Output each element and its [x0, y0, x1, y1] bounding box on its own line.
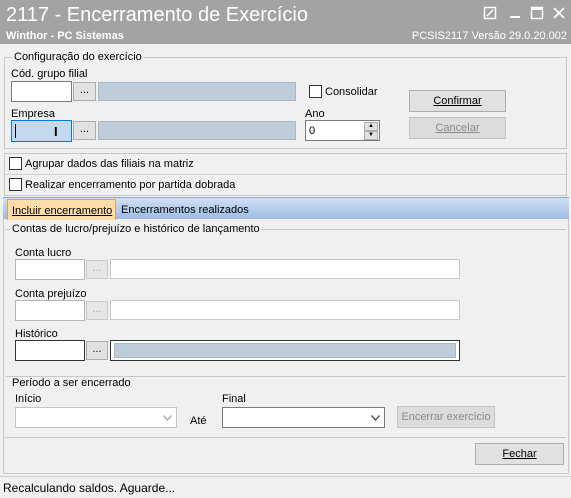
conta-lucro-description — [110, 259, 460, 279]
chevron-down-icon — [163, 413, 172, 423]
tab-incluir-encerramento[interactable]: Incluir encerramento — [7, 199, 116, 220]
tab-encerramentos-label: Encerramentos realizados — [121, 204, 249, 216]
agrupar-checkbox[interactable] — [9, 157, 22, 170]
empresa-input[interactable]: I — [11, 120, 72, 142]
historico-description-frame — [110, 340, 460, 361]
footer-divider — [5, 437, 566, 438]
restore-icon[interactable] — [483, 6, 499, 20]
periodo-legend: Período a ser encerrado — [10, 377, 133, 389]
final-label: Final — [222, 393, 246, 405]
partida-dobrada-checkbox[interactable] — [9, 178, 22, 191]
agrupar-label: Agrupar dados das filiais na matriz — [25, 158, 194, 170]
ano-label: Ano — [305, 108, 325, 120]
conta-lucro-lookup-button[interactable]: ... — [86, 260, 108, 279]
version-info: PCSIS2117 Versão 29.0.20.002 — [411, 30, 567, 42]
contas-legend: Contas de lucro/prejuízo e histórico de … — [10, 223, 262, 235]
inicio-label: Início — [15, 393, 42, 405]
ano-value: 0 — [309, 125, 316, 137]
cancelar-button[interactable]: Cancelar — [409, 117, 506, 139]
cancelar-label: Cancelar — [435, 122, 480, 134]
cod-grupo-filial-description — [98, 82, 296, 101]
status-bar: Recalculando saldos. Aguarde... — [0, 476, 571, 498]
status-text: Recalculando saldos. Aguarde... — [3, 481, 176, 495]
options-divider — [5, 174, 566, 175]
tab-encerramentos-realizados[interactable]: Encerramentos realizados — [121, 204, 249, 216]
confirmar-label: Confirmar — [433, 95, 482, 107]
maximize-icon[interactable] — [530, 6, 546, 20]
fechar-label: Fechar — [502, 448, 537, 460]
encerrar-label: Encerrar exercício — [401, 411, 491, 423]
cod-grupo-filial-input[interactable] — [11, 81, 72, 102]
partida-dobrada-label: Realizar encerramento por partida dobrad… — [25, 179, 236, 191]
historico-lookup-button[interactable]: ... — [86, 341, 108, 360]
cod-grupo-filial-label: Cód. grupo filial — [11, 68, 88, 80]
config-legend: Configuração do exercício — [12, 51, 144, 63]
encerrar-exercicio-button[interactable]: Encerrar exercício — [397, 406, 495, 428]
empresa-description — [98, 121, 296, 140]
fechar-button[interactable]: Fechar — [475, 443, 564, 465]
final-select[interactable] — [222, 407, 385, 428]
close-icon[interactable] — [552, 6, 568, 20]
minimize-icon[interactable] — [508, 6, 524, 20]
historico-input[interactable] — [15, 340, 85, 361]
tab-incluir-label: Incluir encerramento — [12, 205, 113, 217]
conta-prejuizo-input[interactable] — [15, 300, 85, 321]
empresa-lookup-button[interactable]: ... — [73, 121, 96, 140]
ano-spinner[interactable]: 0 ▲ ▼ — [305, 120, 380, 141]
text-cursor — [15, 124, 16, 138]
window-subtitle: Winthor - PC Sistemas — [6, 30, 124, 42]
consolidar-label: Consolidar — [325, 86, 378, 98]
cod-grupo-filial-lookup-button[interactable]: ... — [73, 82, 96, 101]
window-title: 2117 - Encerramento de Exercício — [6, 4, 309, 26]
ate-label: Até — [190, 415, 207, 427]
inicio-select[interactable] — [15, 407, 177, 428]
conta-prejuizo-label: Conta prejuízo — [15, 288, 87, 300]
historico-label: Histórico — [15, 328, 58, 340]
consolidar-checkbox[interactable] — [309, 85, 322, 98]
spin-down-icon[interactable]: ▼ — [364, 131, 378, 140]
chevron-down-icon — [371, 413, 380, 423]
spin-up-icon[interactable]: ▲ — [364, 122, 378, 131]
empresa-label: Empresa — [11, 108, 56, 120]
conta-lucro-input[interactable] — [15, 259, 85, 280]
historico-description — [114, 343, 456, 358]
ibeam-cursor-icon: I — [54, 124, 58, 139]
conta-lucro-label: Conta lucro — [15, 247, 72, 259]
conta-prejuizo-lookup-button[interactable]: ... — [86, 301, 108, 320]
conta-prejuizo-description — [110, 300, 460, 320]
confirmar-button[interactable]: Confirmar — [409, 90, 506, 112]
